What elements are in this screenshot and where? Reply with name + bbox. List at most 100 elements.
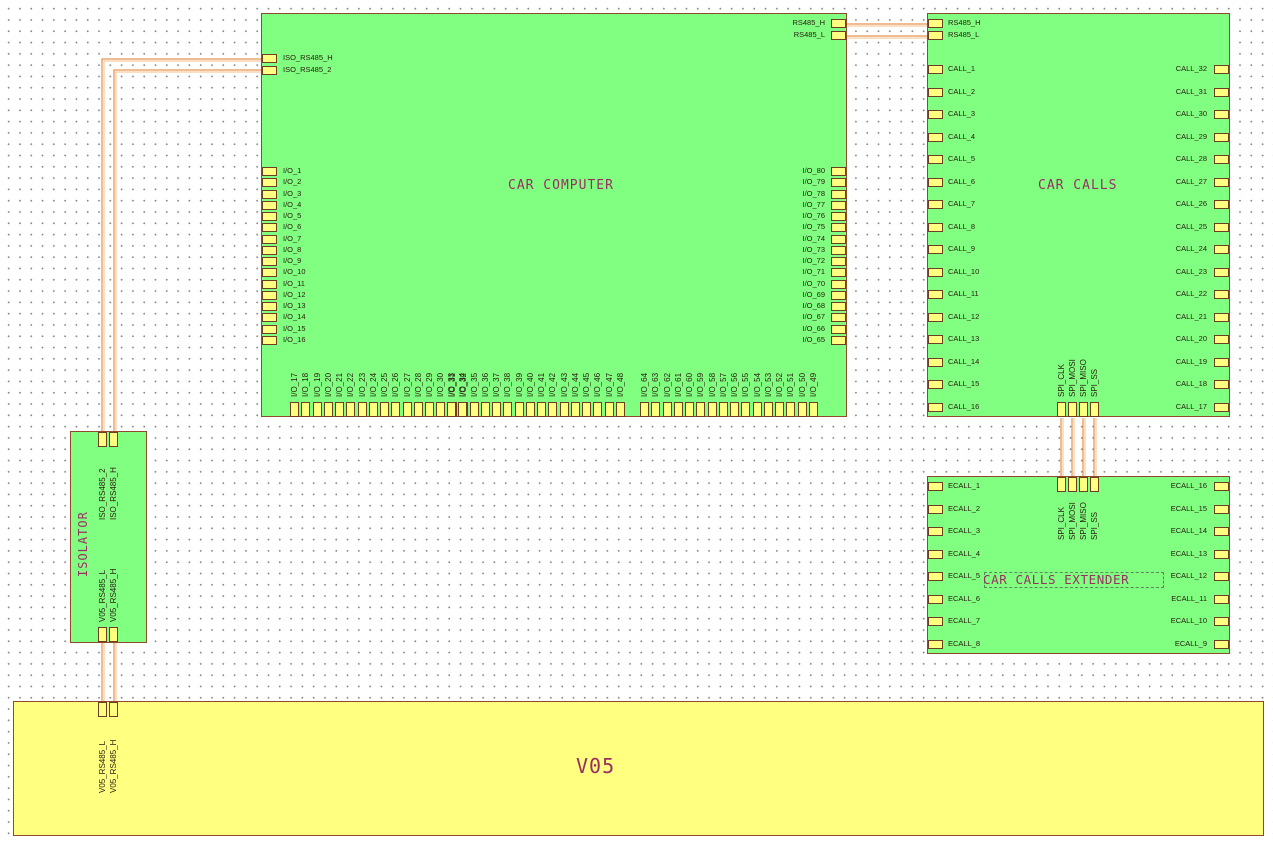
car-calls-pin-call-10[interactable]	[928, 267, 943, 277]
car-computer-pin-i-o-34[interactable]	[458, 402, 468, 417]
car-calls-pin-call-17[interactable]	[1214, 402, 1229, 412]
car-computer-pin-i-o-29[interactable]	[425, 402, 434, 417]
extender-pin-ecall-2[interactable]	[928, 504, 943, 514]
car-computer-pin-i-o-75[interactable]	[831, 223, 846, 233]
car-computer-pin-i-o-66[interactable]	[831, 324, 846, 334]
extender-pin-ecall-6[interactable]	[928, 594, 943, 604]
isolator-pin-v05-rs485-l[interactable]	[98, 627, 107, 642]
car-computer-pin-i-o-72[interactable]	[831, 257, 846, 266]
car-calls-pin-call-26[interactable]	[1214, 200, 1229, 209]
car-computer-pin-i-o-36[interactable]	[480, 402, 490, 417]
car-computer-pin-i-o-55[interactable]	[741, 402, 751, 417]
car-calls-pin-call-21[interactable]	[1214, 312, 1229, 322]
extender-pin-spi-mosi[interactable]	[1068, 477, 1077, 492]
car-computer-pin-i-o-60[interactable]	[685, 402, 694, 417]
isolator-pin-v05-rs485-h[interactable]	[109, 627, 118, 642]
car-calls-pin-call-9[interactable]	[928, 245, 943, 254]
car-computer-pin-i-o-76[interactable]	[831, 212, 846, 221]
car-calls-pin-call-20[interactable]	[1214, 335, 1229, 344]
car-computer-pin-i-o-53[interactable]	[763, 402, 773, 417]
car-calls-pin-call-13[interactable]	[928, 335, 943, 344]
car-calls-pin-call-28[interactable]	[1214, 155, 1229, 164]
car-calls-pin-call-18[interactable]	[1214, 380, 1229, 389]
car-computer-pin-i-o-37[interactable]	[492, 402, 501, 417]
extender-pin-ecall-12[interactable]	[1214, 572, 1229, 581]
car-computer-pin-i-o-22[interactable]	[346, 402, 356, 417]
car-computer-pin-i-o-18[interactable]	[301, 402, 311, 417]
car-computer-pin-rs485-l[interactable]	[831, 31, 846, 40]
extender-pin-ecall-7[interactable]	[928, 617, 943, 626]
car-computer-pin-i-o-16[interactable]	[262, 335, 277, 345]
car-computer-pin-i-o-80[interactable]	[831, 167, 846, 176]
car-computer-pin-i-o-58[interactable]	[707, 402, 717, 417]
car-computer-pin-i-o-10[interactable]	[262, 268, 277, 278]
car-calls-pin-call-14[interactable]	[928, 357, 943, 367]
car-computer-pin-i-o-54[interactable]	[752, 402, 762, 417]
car-computer-pin-i-o-67[interactable]	[831, 313, 846, 323]
car-computer-pin-i-o-19[interactable]	[312, 402, 322, 417]
car-calls-pin-call-27[interactable]	[1214, 177, 1229, 187]
car-computer-pin-i-o-49[interactable]	[808, 402, 818, 417]
car-calls-pin-call-11[interactable]	[928, 290, 943, 299]
car-computer-pin-i-o-42[interactable]	[548, 402, 558, 417]
car-calls-pin-call-22[interactable]	[1214, 290, 1229, 299]
car-calls-pin-call-16[interactable]	[928, 402, 943, 412]
extender-pin-ecall-14[interactable]	[1214, 527, 1229, 536]
extender-pin-ecall-13[interactable]	[1214, 549, 1229, 559]
extender-pin-ecall-16[interactable]	[1214, 482, 1229, 491]
car-computer-pin-i-o-38[interactable]	[503, 402, 513, 417]
car-calls-pin-call-19[interactable]	[1214, 357, 1229, 367]
extender-pin-ecall-9[interactable]	[1214, 639, 1229, 649]
car-computer-pin-i-o-48[interactable]	[615, 402, 625, 417]
car-calls-pin-call-3[interactable]	[928, 110, 943, 119]
car-calls-pin-call-2[interactable]	[928, 87, 943, 97]
car-computer-pin-i-o-41[interactable]	[537, 402, 546, 417]
car-computer-pin-i-o-20[interactable]	[323, 402, 333, 417]
isolator-pin-iso-rs485-h[interactable]	[109, 432, 118, 447]
car-calls-pin-rs485-l[interactable]	[928, 31, 943, 40]
car-computer-block[interactable]: CAR COMPUTER	[261, 13, 847, 417]
car-computer-pin-i-o-43[interactable]	[559, 402, 569, 417]
car-calls-pin-call-8[interactable]	[928, 222, 943, 232]
car-computer-pin-i-o-15[interactable]	[262, 324, 277, 334]
car-computer-pin-i-o-25[interactable]	[380, 402, 389, 417]
v05-pin-v05-rs485-l[interactable]	[98, 702, 107, 717]
car-computer-pin-i-o-8[interactable]	[262, 245, 277, 255]
extender-pin-ecall-8[interactable]	[928, 639, 943, 649]
extender-pin-spi-miso[interactable]	[1079, 477, 1088, 492]
car-calls-pin-call-4[interactable]	[928, 132, 943, 142]
car-calls-pin-call-23[interactable]	[1214, 267, 1229, 277]
isolator-pin-iso-rs485-2[interactable]	[98, 432, 107, 447]
car-calls-pin-spi-mosi[interactable]	[1068, 402, 1077, 417]
car-computer-pin-i-o-50[interactable]	[797, 402, 807, 417]
car-computer-pin-i-o-21[interactable]	[335, 402, 344, 417]
car-computer-pin-i-o-14[interactable]	[262, 313, 277, 323]
car-computer-pin-i-o-23[interactable]	[357, 402, 367, 417]
car-computer-pin-i-o-7[interactable]	[262, 234, 277, 244]
car-computer-pin-i-o-40[interactable]	[525, 402, 535, 417]
car-computer-pin-i-o-52[interactable]	[775, 402, 784, 417]
car-computer-pin-i-o-1[interactable]	[262, 167, 277, 176]
car-computer-pin-i-o-74[interactable]	[831, 234, 846, 244]
car-computer-pin-i-o-62[interactable]	[662, 402, 672, 417]
car-computer-pin-i-o-3[interactable]	[262, 189, 277, 199]
car-computer-pin-i-o-69[interactable]	[831, 290, 846, 300]
car-computer-pin-i-o-78[interactable]	[831, 189, 846, 199]
car-computer-pin-i-o-63[interactable]	[651, 402, 661, 417]
car-computer-pin-i-o-35[interactable]	[469, 402, 479, 417]
car-computer-pin-i-o-24[interactable]	[368, 402, 378, 417]
extender-pin-ecall-15[interactable]	[1214, 504, 1229, 514]
car-computer-pin-i-o-26[interactable]	[391, 402, 401, 417]
car-computer-pin-i-o-64[interactable]	[640, 402, 649, 417]
car-computer-pin-i-o-39[interactable]	[514, 402, 524, 417]
car-calls-pin-call-5[interactable]	[928, 155, 943, 164]
car-computer-pin-i-o-27[interactable]	[402, 402, 412, 417]
car-calls-pin-call-6[interactable]	[928, 177, 943, 187]
car-computer-pin-iso-rs485-h[interactable]	[262, 54, 277, 63]
car-calls-pin-call-30[interactable]	[1214, 110, 1229, 119]
car-computer-pin-i-o-17[interactable]	[290, 402, 299, 417]
car-calls-pin-call-24[interactable]	[1214, 245, 1229, 254]
car-computer-pin-i-o-12[interactable]	[262, 290, 277, 300]
car-calls-pin-call-29[interactable]	[1214, 132, 1229, 142]
car-calls-pin-call-12[interactable]	[928, 312, 943, 322]
